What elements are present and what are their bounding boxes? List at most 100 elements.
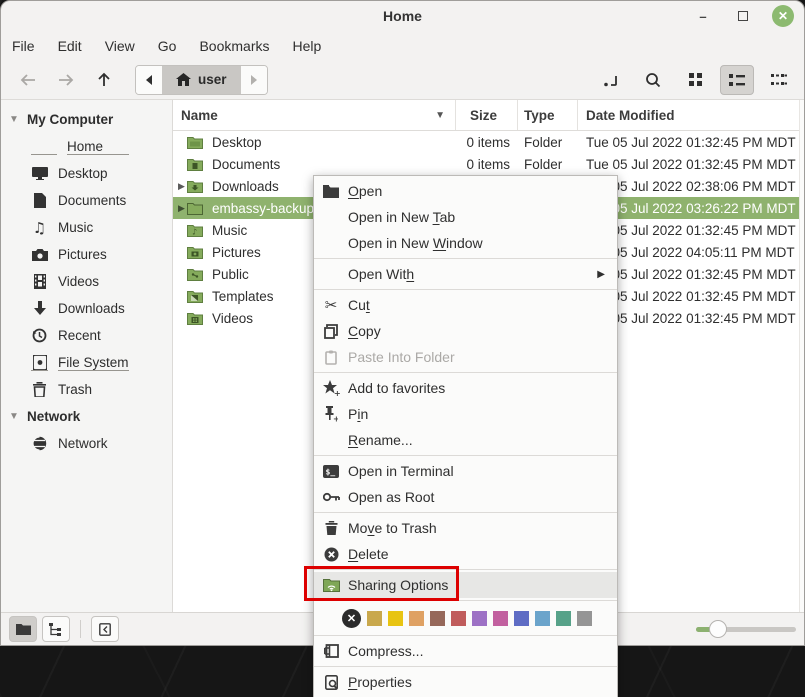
menu-item-add-to-favorites[interactable]: + Add to favorites bbox=[314, 375, 617, 401]
menu-item-rename[interactable]: Rename... bbox=[314, 427, 617, 453]
menu-item-open-in-new-tab[interactable]: Open in New Tab bbox=[314, 204, 617, 230]
zoom-slider[interactable] bbox=[696, 619, 796, 639]
sidebar-item-file-system[interactable]: File System bbox=[1, 349, 172, 376]
svg-text:+: + bbox=[334, 389, 340, 396]
menu-item-paste-into-folder: Paste Into Folder bbox=[314, 344, 617, 370]
hide-sidebar-button[interactable] bbox=[91, 616, 119, 642]
menu-item-open-as-root[interactable]: Open as Root bbox=[314, 484, 617, 510]
menu-item-open[interactable]: Open bbox=[314, 178, 617, 204]
sidebar-item-recent[interactable]: Recent bbox=[1, 322, 172, 349]
properties-icon bbox=[322, 674, 340, 691]
delete-circle-icon bbox=[322, 546, 340, 563]
recent-clock-icon bbox=[31, 327, 48, 344]
sidebar-item-videos[interactable]: Videos bbox=[1, 268, 172, 295]
sidebar-item-music[interactable]: ♫ Music bbox=[1, 214, 172, 241]
places-folder-icon bbox=[16, 623, 31, 635]
color-swatch[interactable] bbox=[577, 611, 592, 626]
show-places-button[interactable] bbox=[9, 616, 37, 642]
menu-separator bbox=[314, 635, 617, 636]
sidebar-section-my-computer[interactable]: ▼ My Computer bbox=[1, 106, 172, 133]
color-swatch[interactable] bbox=[409, 611, 424, 626]
breadcrumb-left-chevron[interactable] bbox=[136, 66, 162, 94]
color-swatch[interactable] bbox=[430, 611, 445, 626]
music-note-icon: ♫ bbox=[31, 219, 48, 236]
search-button[interactable] bbox=[636, 65, 670, 95]
color-swatch[interactable] bbox=[388, 611, 403, 626]
sidebar-item-trash[interactable]: Trash bbox=[1, 376, 172, 403]
list-view-button[interactable] bbox=[720, 65, 754, 95]
icon-view-button[interactable] bbox=[678, 65, 712, 95]
folder-icon bbox=[187, 312, 207, 325]
svg-text:♪: ♪ bbox=[192, 227, 197, 236]
menu-go[interactable]: Go bbox=[151, 35, 184, 57]
show-treeview-button[interactable] bbox=[42, 616, 70, 642]
document-icon bbox=[31, 192, 48, 209]
menu-item-compress[interactable]: Compress... bbox=[314, 638, 617, 664]
compact-view-button[interactable] bbox=[762, 65, 796, 95]
close-button[interactable]: ✕ bbox=[772, 5, 794, 27]
menu-item-pin[interactable]: + Pin bbox=[314, 401, 617, 427]
sidebar-item-downloads[interactable]: Downloads bbox=[1, 295, 172, 322]
breadcrumb-right-chevron[interactable] bbox=[241, 66, 267, 94]
sidebar-item-network[interactable]: Network bbox=[1, 430, 172, 457]
menu-item-move-to-trash[interactable]: Move to Trash bbox=[314, 515, 617, 541]
file-row-documents[interactable]: Documents 0 items Folder Tue 05 Jul 2022… bbox=[173, 153, 804, 175]
menu-item-cut[interactable]: ✂ Cut bbox=[314, 292, 617, 318]
back-button[interactable] bbox=[9, 66, 47, 94]
menu-file[interactable]: File bbox=[5, 35, 42, 57]
color-swatch[interactable] bbox=[535, 611, 550, 626]
color-swatch[interactable] bbox=[367, 611, 382, 626]
minimize-button[interactable]: – bbox=[692, 5, 714, 27]
column-header-name[interactable]: Name ▼ bbox=[173, 100, 456, 130]
color-swatch[interactable] bbox=[556, 611, 571, 626]
home-icon bbox=[176, 73, 191, 87]
up-button[interactable] bbox=[85, 66, 123, 94]
menu-item-open-in-new-window[interactable]: Open in New Window bbox=[314, 230, 617, 256]
color-swatch[interactable] bbox=[472, 611, 487, 626]
file-row-desktop[interactable]: Desktop 0 items Folder Tue 05 Jul 2022 0… bbox=[173, 131, 804, 153]
sidebar-item-pictures[interactable]: Pictures bbox=[1, 241, 172, 268]
zoom-slider-knob[interactable] bbox=[709, 620, 727, 638]
column-header-size[interactable]: Size bbox=[456, 100, 518, 130]
list-view-icon bbox=[729, 73, 745, 87]
hide-sidebar-icon bbox=[99, 623, 111, 636]
row-expander-icon[interactable]: ▶ bbox=[173, 181, 187, 192]
titlebar[interactable]: Home – ✕ bbox=[1, 1, 804, 31]
sidebar-item-home[interactable]: Home bbox=[1, 133, 172, 160]
menu-edit[interactable]: Edit bbox=[51, 35, 89, 57]
folder-color-row: ✕ bbox=[314, 603, 617, 633]
sidebar-item-desktop[interactable]: Desktop bbox=[1, 160, 172, 187]
menu-help[interactable]: Help bbox=[286, 35, 329, 57]
icon-view-icon bbox=[688, 72, 703, 87]
expander-triangle-icon[interactable]: ▼ bbox=[9, 114, 19, 125]
breadcrumb-current[interactable]: user bbox=[162, 66, 241, 94]
forward-button[interactable] bbox=[47, 66, 85, 94]
trash-icon bbox=[31, 381, 48, 398]
sidebar-section-network[interactable]: ▼ Network bbox=[1, 403, 172, 430]
menu-item-copy[interactable]: Copy bbox=[314, 318, 617, 344]
clear-color-icon[interactable]: ✕ bbox=[342, 609, 361, 628]
column-header-type[interactable]: Type bbox=[518, 100, 578, 130]
scrollbar-track[interactable] bbox=[799, 100, 804, 612]
maximize-button[interactable] bbox=[732, 5, 754, 27]
expander-triangle-icon[interactable]: ▼ bbox=[9, 411, 19, 422]
toggle-location-entry-button[interactable] bbox=[594, 65, 628, 95]
camera-icon bbox=[31, 246, 48, 263]
pin-plus-icon: + bbox=[322, 406, 340, 423]
color-swatch[interactable] bbox=[493, 611, 508, 626]
menu-bookmarks[interactable]: Bookmarks bbox=[192, 35, 276, 57]
sidebar-item-documents[interactable]: Documents bbox=[1, 187, 172, 214]
row-expander-icon[interactable]: ▶ bbox=[173, 203, 187, 214]
menu-item-open-in-terminal[interactable]: $_ Open in Terminal bbox=[314, 458, 617, 484]
color-swatch[interactable] bbox=[451, 611, 466, 626]
menu-item-delete[interactable]: Delete bbox=[314, 541, 617, 567]
color-swatch[interactable] bbox=[514, 611, 529, 626]
window-title: Home bbox=[1, 8, 804, 24]
desktop-icon bbox=[31, 165, 48, 182]
svg-text:+: + bbox=[333, 415, 338, 423]
menu-item-open-with[interactable]: Open With ▶ bbox=[314, 261, 617, 287]
open-folder-icon bbox=[322, 183, 340, 200]
menu-view[interactable]: View bbox=[98, 35, 142, 57]
menu-item-properties[interactable]: Properties bbox=[314, 669, 617, 695]
column-header-date[interactable]: Date Modified bbox=[578, 100, 804, 130]
